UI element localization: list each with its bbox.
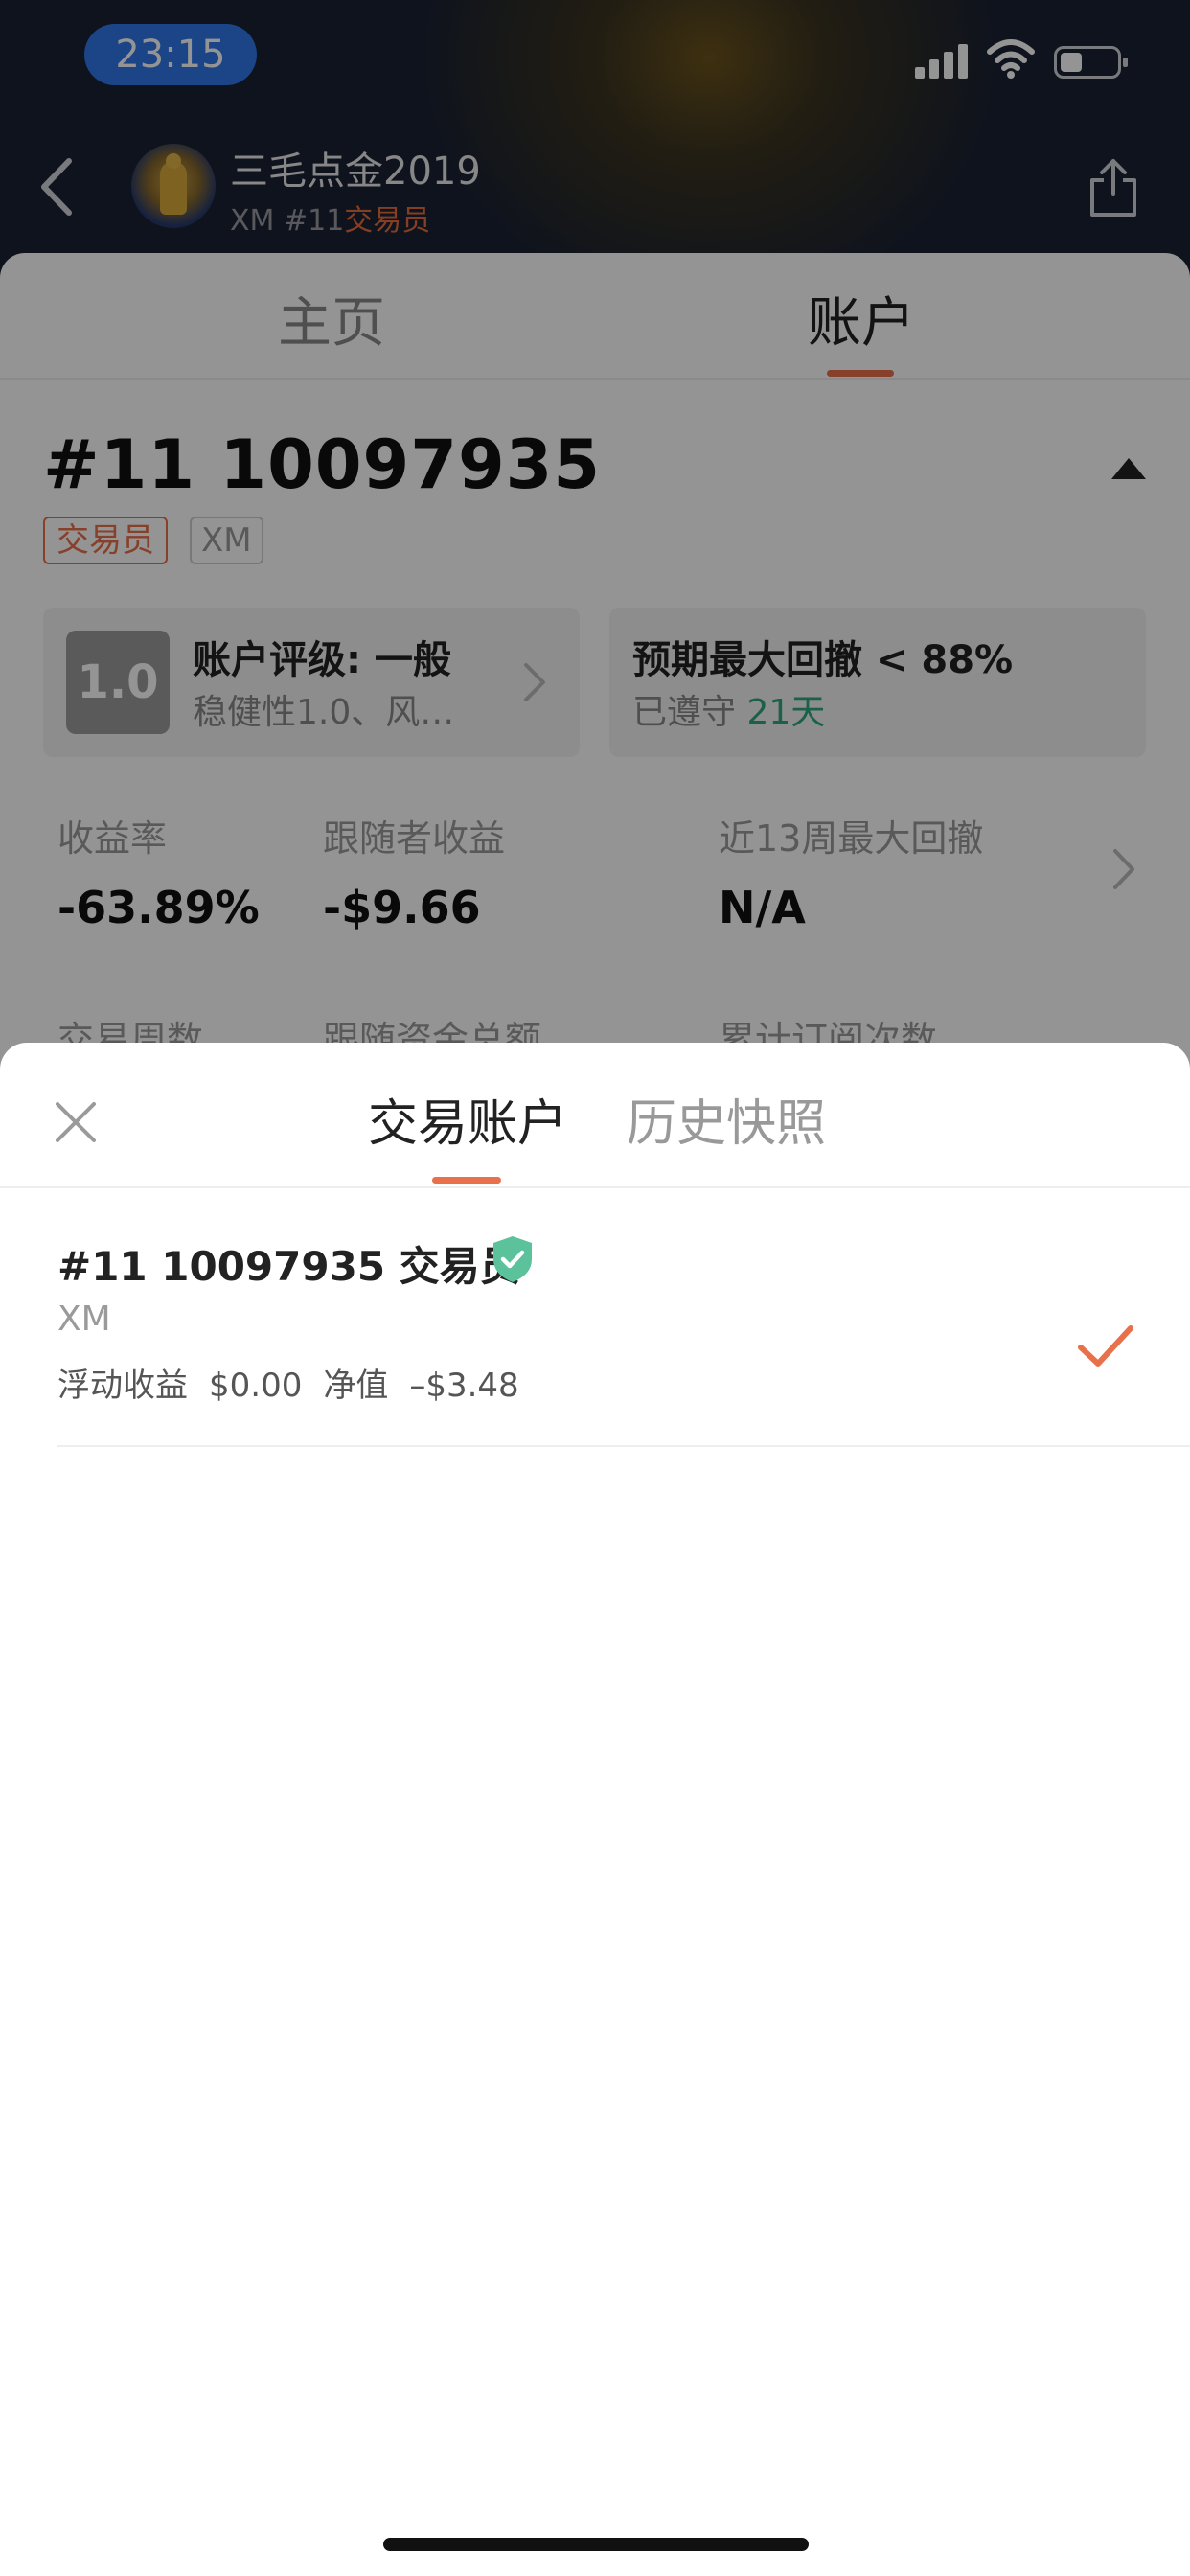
tab-history-snapshots[interactable]: 历史快照 xyxy=(627,1083,826,1155)
home-indicator[interactable] xyxy=(383,2538,809,2551)
list-item[interactable]: #11 10097935 交易员 XM 浮动收益 $0.00 净值 –$3.48 xyxy=(57,1234,1190,1447)
account-item-title: #11 10097935 交易员 xyxy=(57,1243,520,1290)
checkmark-icon xyxy=(1078,1325,1133,1367)
account-switch-sheet: 交易账户 历史快照 #11 10097935 交易员 XM 浮动收益 $0.00 净… xyxy=(0,1043,1190,2576)
sheet-tab-indicator xyxy=(432,1177,501,1184)
equity-value: –$3.48 xyxy=(409,1367,519,1405)
floating-profit-value: $0.00 xyxy=(209,1367,303,1405)
close-icon[interactable] xyxy=(54,1100,98,1144)
floating-profit-label: 浮动收益 xyxy=(57,1367,188,1405)
equity-label: 净值 xyxy=(323,1367,389,1405)
tab-trading-accounts[interactable]: 交易账户 xyxy=(368,1083,567,1155)
divider xyxy=(0,1186,1190,1188)
verified-shield-icon xyxy=(493,1236,532,1282)
account-item-broker: XM xyxy=(57,1300,111,1339)
account-item-metrics: 浮动收益 $0.00 净值 –$3.48 xyxy=(57,1359,540,1406)
